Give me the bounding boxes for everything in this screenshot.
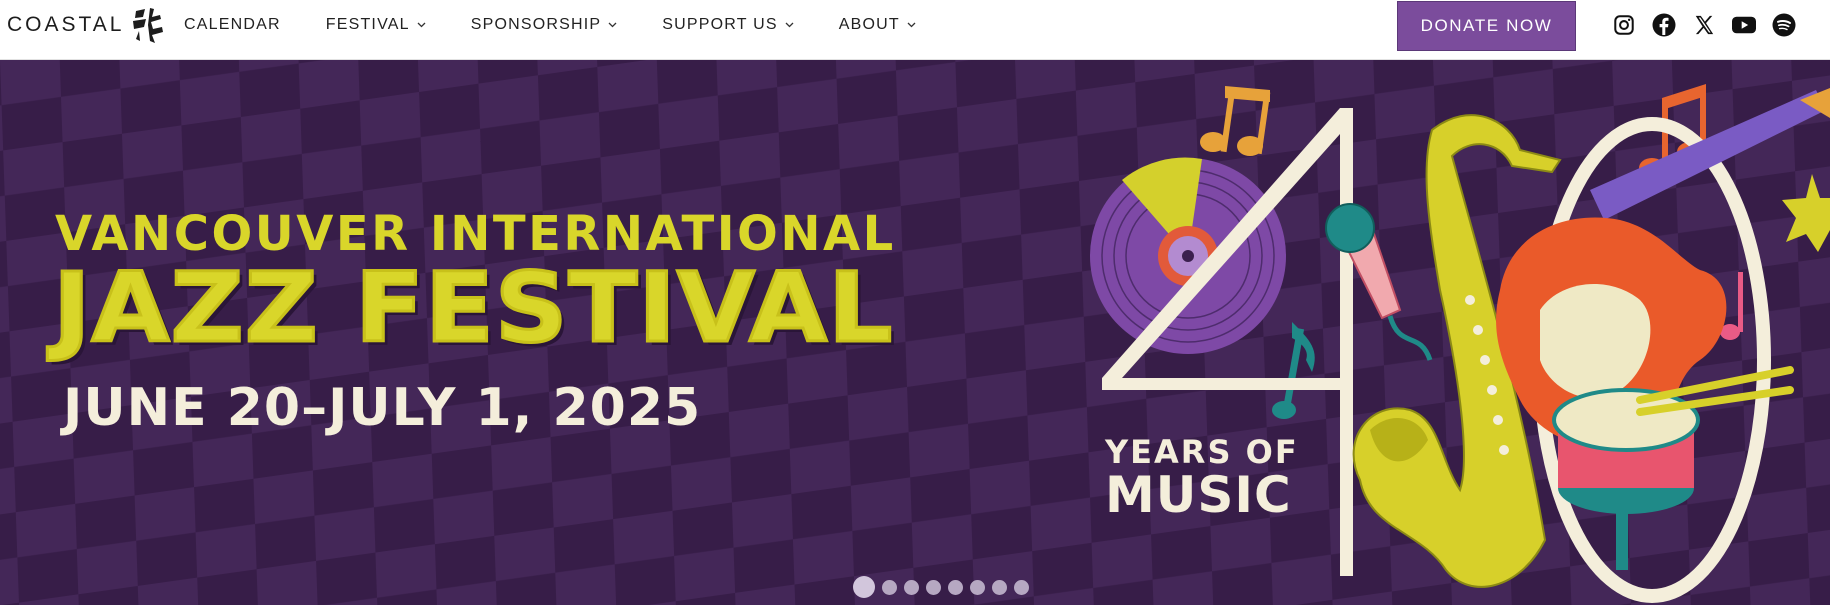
site-header: COASTAL CALENDAR FESTIVAL SPONSORSHIP SU…: [0, 0, 1830, 60]
nav-calendar-label: CALENDAR: [184, 16, 281, 33]
nav-about[interactable]: ABOUT: [839, 16, 916, 34]
spotify-icon[interactable]: [1772, 13, 1796, 37]
brand-name: COASTAL: [7, 13, 125, 36]
carousel-dot[interactable]: [904, 579, 919, 595]
carousel-pagination: [853, 576, 1036, 598]
carousel-dot[interactable]: [882, 579, 897, 595]
carousel-dot[interactable]: [948, 579, 963, 595]
carousel-dot[interactable]: [926, 579, 941, 595]
anniversary-line2: MUSIC: [1105, 466, 1292, 524]
donate-now-button[interactable]: DONATE NOW: [1397, 1, 1576, 51]
carousel-dot[interactable]: [992, 579, 1007, 595]
chevron-down-icon: [785, 22, 794, 28]
social-links: [1612, 13, 1812, 37]
chevron-down-icon: [417, 22, 426, 28]
nav-festival[interactable]: FESTIVAL: [326, 16, 426, 34]
hero-text: VANCOUVER INTERNATIONAL JAZZ FESTIVAL JU…: [51, 206, 896, 438]
carousel-dot[interactable]: [1014, 579, 1029, 595]
nav-sponsorship-label: SPONSORSHIP: [470, 16, 602, 33]
nav-calendar[interactable]: CALENDAR: [184, 16, 281, 34]
nav-support-us[interactable]: SUPPORT US: [662, 16, 794, 34]
hero-dates: JUNE 20–JULY 1, 2025: [63, 378, 702, 438]
chevron-down-icon: [608, 22, 617, 28]
nav-about-label: ABOUT: [838, 16, 900, 33]
nav-festival-label: FESTIVAL: [325, 16, 410, 33]
carousel-dot[interactable]: [970, 579, 985, 595]
x-icon[interactable]: [1692, 13, 1716, 37]
hero-title: JAZZ FESTIVAL: [51, 252, 894, 364]
nav-sponsorship[interactable]: SPONSORSHIP: [471, 16, 618, 34]
anniversary-caption: YEARS OF MUSIC: [1105, 436, 1299, 520]
instagram-icon[interactable]: [1612, 13, 1636, 37]
main-nav: CALENDAR FESTIVAL SPONSORSHIP SUPPORT US…: [184, 0, 961, 50]
hero-banner[interactable]: VANCOUVER INTERNATIONAL JAZZ FESTIVAL JU…: [0, 60, 1830, 605]
chevron-down-icon: [907, 22, 916, 28]
nav-support-us-label: SUPPORT US: [662, 16, 778, 33]
anniversary-line1: YEARS OF: [1105, 433, 1299, 471]
facebook-icon[interactable]: [1652, 13, 1676, 37]
youtube-icon[interactable]: [1732, 13, 1756, 37]
carousel-dot[interactable]: [853, 576, 875, 598]
calligraphy-mark-icon: [133, 8, 164, 43]
vinyl-record-icon: [1090, 157, 1286, 354]
site-logo[interactable]: COASTAL: [7, 0, 164, 50]
